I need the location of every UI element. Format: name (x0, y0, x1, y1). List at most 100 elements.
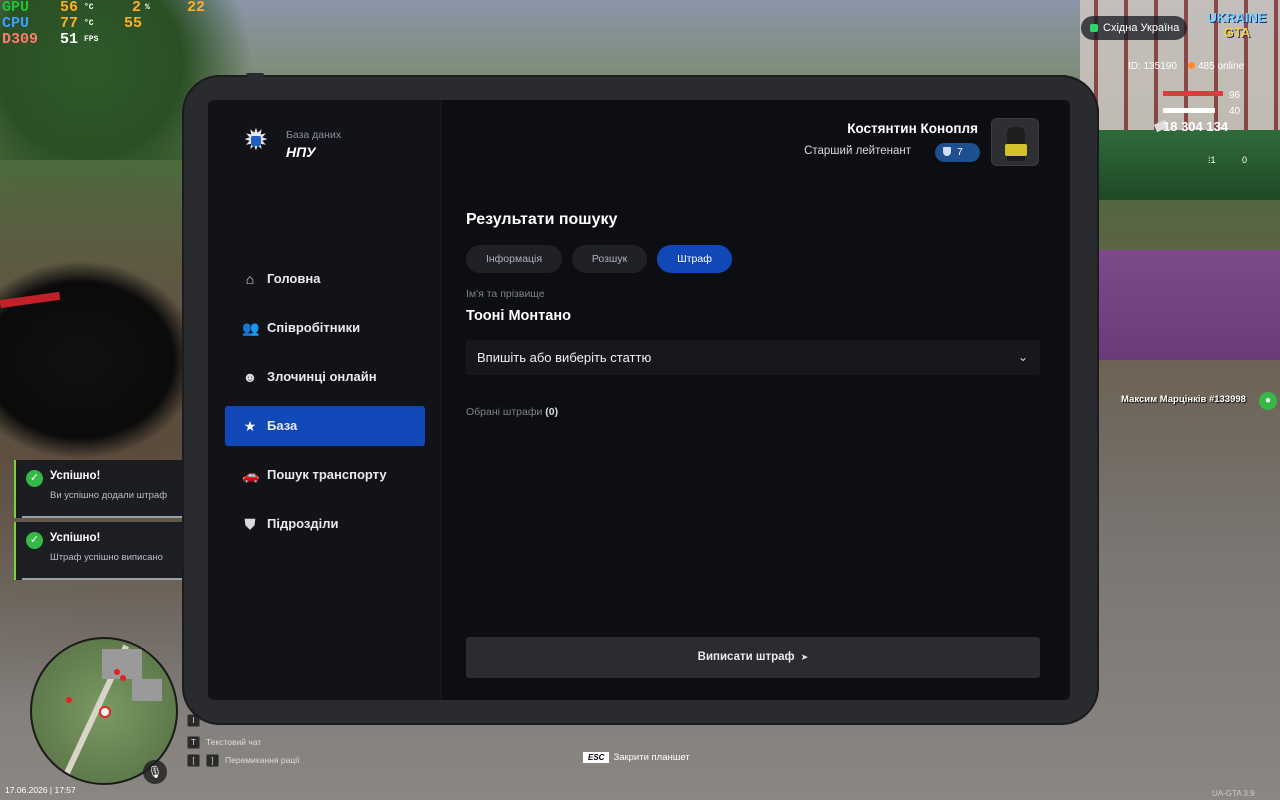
sidebar-item-database[interactable]: ★ База (225, 406, 425, 446)
cpu-load: 55 (124, 15, 143, 32)
background-tent (1090, 130, 1280, 200)
sidebar-item-label: Підрозділи (267, 516, 339, 531)
online-icon (1188, 62, 1195, 69)
fps-value: 51 (60, 31, 79, 48)
esc-hint-label: Закрити планшет (613, 752, 690, 763)
region-icon (1090, 24, 1098, 32)
article-select[interactable]: Впишіть або виберіть статтю ⌄ (466, 340, 1040, 375)
key-cap: [ (187, 754, 200, 767)
police-star-icon: ✹ (239, 124, 273, 158)
cursor-icon: ➤ (800, 652, 809, 662)
issue-fine-label: Виписати штраф (697, 651, 795, 663)
chevron-down-icon: ⌄ (1017, 350, 1028, 364)
online-count-text: 485 online (1198, 61, 1245, 72)
key-hint-label: Текстовий чат (206, 737, 262, 747)
key-hint-label: Перемикання раціï (225, 755, 300, 765)
minimap-building (132, 679, 162, 701)
gpu-label: GPU (2, 0, 30, 16)
car-icon: 🚗 (242, 467, 260, 483)
armor-bar (1163, 108, 1215, 113)
rank-badge: 7 (935, 143, 980, 162)
key-cap: ] (206, 754, 219, 767)
main-panel: Костянтин Конопля Старший лейтенант 7 Ре… (442, 100, 1070, 700)
sidebar-item-label: Співробітники (267, 320, 361, 335)
fps-unit: FPS (84, 35, 99, 44)
cpu-temp-unit: °C (84, 19, 94, 28)
region-indicator: Східна Україна (1081, 16, 1187, 40)
home-icon: ⌂ (245, 271, 255, 287)
toast-title: Успішно! (50, 532, 101, 544)
sidebar-item-employees[interactable]: 👥 Співробітники (225, 308, 425, 348)
sidebar-item-label: Головна (267, 271, 321, 286)
gpu-load-unit: % (145, 3, 150, 12)
rank-level: 7 (957, 146, 963, 158)
rank-shield-icon (943, 147, 951, 156)
star-icon: ★ (243, 418, 257, 434)
minimap-player-icon (99, 706, 111, 718)
tab-wanted[interactable]: Розшук (572, 245, 647, 273)
trident-icon (251, 136, 261, 146)
article-select-text: Впишіть або виберіть статтю (477, 350, 652, 365)
ammo-total: 0 (1242, 155, 1248, 165)
online-count: 485 online (1188, 61, 1244, 72)
user-name: Костянтин Конопля (847, 121, 978, 136)
microphone-icon[interactable]: 🎙 (143, 760, 167, 784)
issue-fine-button[interactable]: Виписати штраф ➤ (466, 637, 1040, 678)
region-name: Східна Україна (1103, 22, 1180, 34)
gpu-extra: 22 (187, 0, 206, 16)
criminal-icon: ☻ (242, 369, 258, 385)
avatar-vest (1005, 144, 1027, 156)
version-label: UA-GTA 3.9 (1212, 789, 1255, 798)
selected-fines-label: Обрані штрафи (466, 406, 543, 418)
tablet-bezel-notch (246, 73, 264, 77)
cpu-label: CPU (2, 15, 30, 32)
police-tablet: ✹ База даних НПУ ⌂ Головна 👥 Співробітни… (182, 73, 1099, 725)
gpu-temp-unit: °C (84, 3, 94, 12)
selected-fines-count: (0) (545, 406, 559, 418)
minimap-marker (66, 697, 72, 703)
tab-fine[interactable]: Штраф (657, 245, 732, 273)
player-nametag: Максим Марцінків #133998 (1121, 394, 1246, 405)
armor-value: 40 (1229, 106, 1241, 117)
sidebar-item-units[interactable]: ⛊ Підрозділи (225, 504, 425, 544)
background-ground (1090, 250, 1280, 360)
voice-active-icon: ● (1259, 392, 1277, 410)
sidebar-item-label: База (267, 418, 298, 433)
toast-message: Штраф успішно виписано (50, 552, 163, 563)
sidebar: ✹ База даних НПУ ⌂ Головна 👥 Співробітни… (208, 100, 441, 700)
brand-name: НПУ (286, 144, 316, 160)
tablet-screen: ✹ База даних НПУ ⌂ Головна 👥 Співробітни… (208, 100, 1070, 700)
minimap-marker (114, 669, 120, 675)
sidebar-item-vehicle-search[interactable]: 🚗 Пошук транспорту (225, 455, 425, 495)
ammo-clip: ⁞1 (1208, 155, 1216, 165)
key-hint-radio: [] Перемикання раціï (187, 754, 299, 767)
key-cap: T (187, 736, 200, 749)
esc-hint: ESC Закрити планшет (583, 752, 690, 763)
key-hint-text-chat: T Текстовий чат (187, 736, 261, 749)
gpu-temp: 56 (60, 0, 79, 16)
d3d-label: D309 (2, 31, 39, 48)
health-value: 96 (1229, 90, 1241, 101)
sidebar-item-label: Злочинці онлайн (267, 369, 377, 384)
health-bar (1163, 91, 1223, 96)
brand-subtitle: База даних (286, 129, 342, 141)
gpu-load: 2 (132, 0, 142, 16)
logo-line-2: GTA (1223, 25, 1251, 40)
ammo-clip-value: 1 (1210, 155, 1216, 165)
selected-fines: Обрані штрафи (0) (466, 406, 558, 418)
shield-icon: ⛊ (244, 516, 256, 532)
success-check-icon: ✓ (26, 470, 43, 487)
sidebar-item-home[interactable]: ⌂ Головна (225, 259, 425, 299)
player-id: ID: 135190 (1128, 61, 1177, 72)
logo-line-1: UKRAINE (1207, 10, 1267, 25)
success-check-icon: ✓ (26, 532, 43, 549)
sidebar-item-criminals-online[interactable]: ☻ Злочинці онлайн (225, 357, 425, 397)
user-rank: Старший лейтенант (804, 145, 911, 157)
sidebar-item-label: Пошук транспорту (267, 467, 387, 482)
server-logo: UKRAINE GTA (1206, 10, 1268, 44)
name-label: Ім'я та прізвище (466, 288, 545, 300)
cpu-temp: 77 (60, 15, 79, 32)
toast-message: Ви успішно додали штраф (50, 490, 168, 501)
avatar (991, 118, 1039, 166)
tab-information[interactable]: Інформація (466, 245, 562, 273)
